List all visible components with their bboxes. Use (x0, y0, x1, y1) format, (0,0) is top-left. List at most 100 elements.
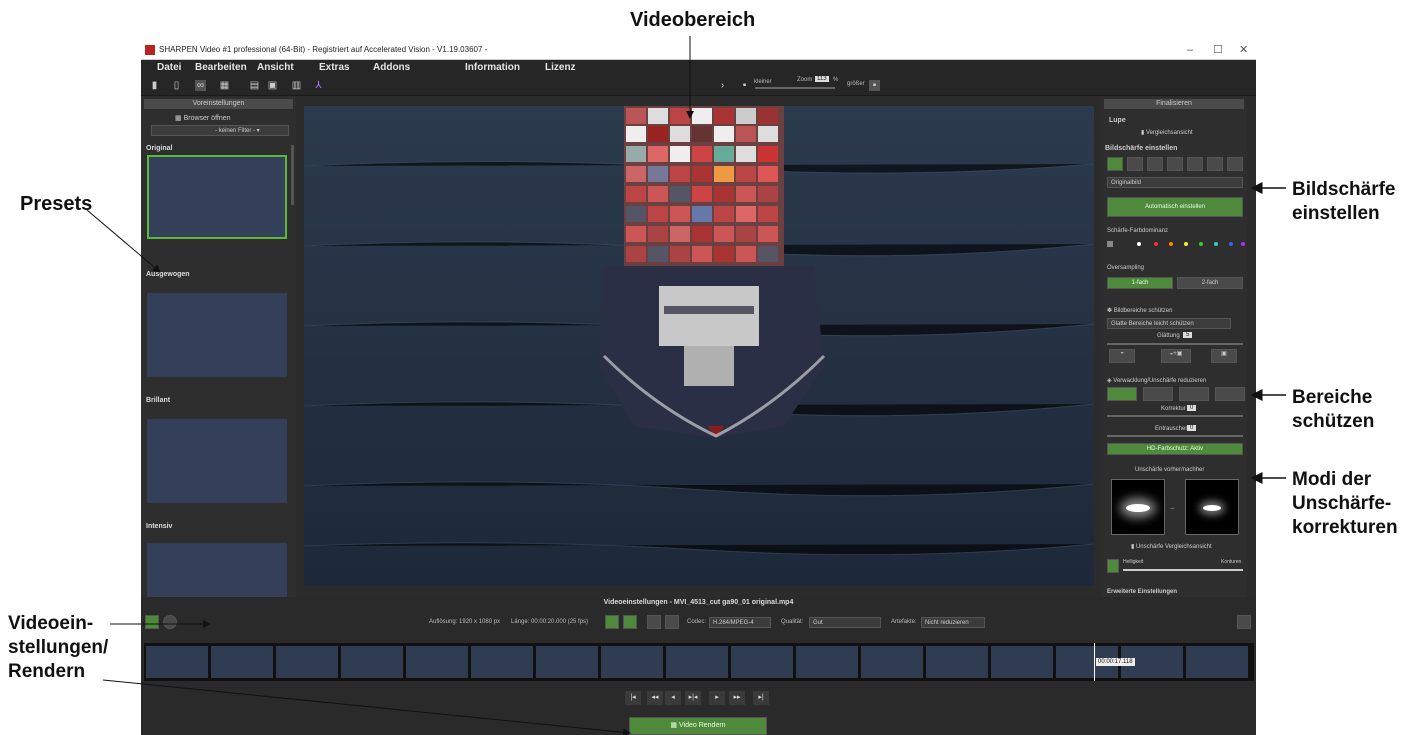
qualitaet-select[interactable]: Gut (809, 617, 881, 628)
entrauschen-slider[interactable] (1107, 435, 1243, 437)
menu-datei[interactable]: Datei (157, 60, 181, 76)
rewind-button[interactable]: ◂◂ (647, 691, 663, 705)
protect-mode-select[interactable]: Glatte Bereiche leicht schützen (1107, 318, 1231, 329)
lupe-label[interactable]: Lupe (1109, 117, 1126, 124)
unschaerfe-vgl-button[interactable]: ▮ Unschärfe Vergleichsansicht (1131, 543, 1212, 550)
playhead[interactable] (1094, 643, 1095, 681)
render-video-button[interactable]: ▦ Video Rendern (629, 717, 767, 735)
link-icon[interactable]: ∞ (195, 80, 206, 91)
menu-extras[interactable]: Extras (319, 60, 350, 76)
filmstrip-frame[interactable] (1186, 646, 1248, 678)
filmstrip-frame[interactable] (796, 646, 858, 678)
oversampling-1fach-button[interactable]: 1-fach (1107, 277, 1173, 289)
play-pause-button[interactable]: ▸|◂ (685, 691, 701, 705)
originalbild-select[interactable]: Originalbild (1107, 177, 1243, 188)
filmstrip-frame[interactable] (926, 646, 988, 678)
sharpen-mode-2-button[interactable] (1127, 157, 1143, 171)
audio-button[interactable] (605, 615, 619, 629)
blur-mode-2-button[interactable] (1143, 387, 1173, 401)
goto-end-button[interactable]: ▸| (753, 691, 769, 705)
artefakte-select[interactable]: Nicht reduzieren (921, 617, 985, 628)
presets-scrollbar[interactable] (291, 145, 294, 205)
protect-area-camera-button[interactable]: ◒+▣ (1161, 349, 1191, 363)
filmstrip-frame[interactable] (536, 646, 598, 678)
filmstrip[interactable]: 00:00:17.118 (144, 643, 1254, 681)
filmstrip-settings-button[interactable] (1237, 615, 1251, 629)
filmstrip-frame[interactable] (276, 646, 338, 678)
menu-ansicht[interactable]: Ansicht (257, 60, 294, 76)
sharpen-mode-3-button[interactable] (1147, 157, 1163, 171)
preset-thumb-ausgewogen[interactable] (147, 293, 287, 377)
glaettung-input[interactable]: 5 (1183, 332, 1193, 338)
maximize-button[interactable]: ☐ (1213, 40, 1223, 60)
erweitert-label[interactable]: Erweiterte Einstellungen (1107, 589, 1177, 595)
vergleichsansicht-button[interactable]: ▮ Vergleichsansicht (1141, 129, 1193, 136)
blur-mode-3-button[interactable] (1179, 387, 1209, 401)
protect-area-button[interactable]: ◒ (1109, 349, 1135, 363)
brightness-contour-slider[interactable] (1123, 569, 1243, 571)
filmstrip-frame[interactable] (471, 646, 533, 678)
step-back-button[interactable]: ◂ (665, 691, 681, 705)
audio-settings-button[interactable] (623, 615, 637, 629)
chart-icon[interactable]: ⅄ (313, 80, 324, 91)
zoom-out-icon[interactable]: ▪ (739, 80, 750, 91)
filmstrip-frame[interactable] (406, 646, 468, 678)
filmstrip-frame[interactable] (146, 646, 208, 678)
blur-mode-4-button[interactable] (1215, 387, 1245, 401)
settings-icon[interactable]: ▦ (219, 80, 230, 91)
sharpen-mode-5-button[interactable] (1187, 157, 1203, 171)
menu-lizenz[interactable]: Lizenz (545, 60, 576, 76)
new-file-icon[interactable]: ▮ (149, 80, 160, 91)
blur-mode-1-button[interactable] (1107, 387, 1137, 401)
video-preview[interactable] (304, 106, 1094, 586)
menu-addons[interactable]: Addons (373, 60, 410, 76)
copy-icon[interactable]: ▯ (171, 80, 182, 91)
brightness-toggle[interactable] (1107, 559, 1119, 573)
korrektur-input[interactable]: 0 (1187, 405, 1197, 411)
crop-button[interactable] (665, 615, 679, 629)
auto-adjust-button[interactable]: Automatisch einstellen (1107, 197, 1243, 217)
filmstrip-frame[interactable] (341, 646, 403, 678)
menu-information[interactable]: Information (465, 60, 520, 76)
menu-bearbeiten[interactable]: Bearbeiten (195, 60, 247, 76)
sharpen-mode-4-button[interactable] (1167, 157, 1183, 171)
camera-button[interactable]: ▣ (1211, 349, 1237, 363)
filmstrip-frame[interactable] (211, 646, 273, 678)
hd-farbschutz-button[interactable]: HD-Farbschutz: Aktiv (1107, 443, 1243, 455)
fast-forward-button[interactable]: ▸▸ (729, 691, 745, 705)
preset-thumb-brillant[interactable] (147, 419, 287, 503)
sharpen-mode-1-button[interactable] (1107, 157, 1123, 171)
zoom-in-icon[interactable]: ▪ (869, 80, 880, 91)
step-forward-button[interactable]: ▸ (709, 691, 725, 705)
goto-start-button[interactable]: |◂ (625, 691, 641, 705)
browser-open-button[interactable]: ▦ Browser öffnen (175, 114, 231, 122)
color-dominance-swatches[interactable] (1107, 239, 1245, 249)
filmstrip-frame[interactable] (861, 646, 923, 678)
filmstrip-frame[interactable] (991, 646, 1053, 678)
print-icon[interactable]: ▥ (291, 80, 302, 91)
minimize-button[interactable]: – (1187, 40, 1193, 60)
sharpen-mode-7-button[interactable] (1227, 157, 1243, 171)
split-icon[interactable]: › (717, 80, 728, 91)
aspect-button[interactable] (647, 615, 661, 629)
preset-filter-select[interactable]: - keinen Filter - ▾ (151, 125, 289, 136)
sharpen-mode-6-button[interactable] (1207, 157, 1223, 171)
finalisieren-header[interactable]: Finalisieren (1104, 99, 1244, 109)
glaettung-slider[interactable] (1107, 343, 1243, 345)
entrauschen-input[interactable]: 0 (1187, 425, 1197, 431)
preview-toggle[interactable] (163, 615, 177, 629)
preset-thumb-original[interactable] (147, 155, 287, 239)
zoom-slider[interactable] (755, 87, 835, 89)
close-button[interactable]: ✕ (1239, 40, 1248, 60)
korrektur-slider[interactable] (1107, 415, 1243, 417)
play-button[interactable] (145, 615, 159, 629)
preset-thumb-intensiv[interactable] (147, 543, 287, 597)
filmstrip-frame[interactable] (666, 646, 728, 678)
codec-select[interactable]: H.264/MPEG-4 (709, 617, 771, 628)
filmstrip-frame[interactable] (601, 646, 663, 678)
oversampling-2fach-button[interactable]: 2-fach (1177, 277, 1243, 289)
filmstrip-frame[interactable] (731, 646, 793, 678)
export-icon[interactable]: ▤ (249, 80, 260, 91)
monitor-icon[interactable]: ▣ (267, 80, 278, 91)
zoom-input[interactable]: 113 (815, 76, 829, 82)
